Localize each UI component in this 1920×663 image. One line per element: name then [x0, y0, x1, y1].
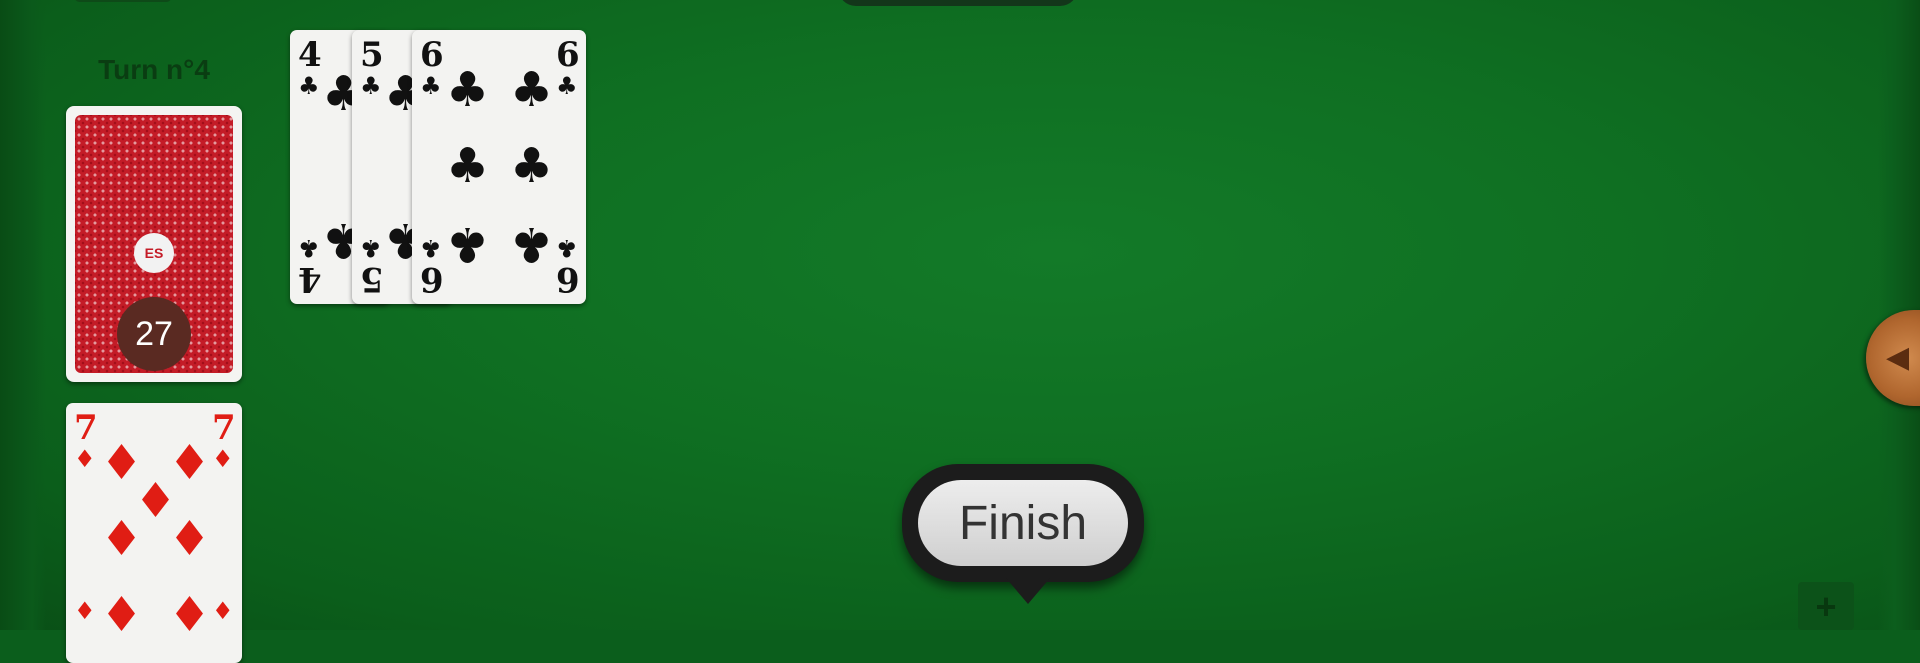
diamonds-icon: ♦ [74, 445, 96, 473]
table-edge-left [0, 0, 46, 630]
finish-button[interactable]: Finish [918, 480, 1128, 566]
diamonds-icon: ♦ [212, 445, 234, 473]
diamonds-icon: ♦ [168, 511, 212, 567]
triangle-left-icon: ◀ [1886, 341, 1910, 374]
diamonds-icon: ♦ [212, 597, 234, 625]
clubs-icon: ♣ [298, 72, 320, 100]
clubs-icon: ♣ [556, 72, 578, 100]
top-left-tab[interactable] [74, 0, 172, 2]
clubs-icon: ♣ [510, 138, 554, 194]
card-6-clubs[interactable]: 6 ♣ 6 ♣ ♣ ♣ ♣ ♣ ♣ ♣ ♣ 6 ♣ 6 [412, 30, 586, 304]
card-rank: 7 [74, 408, 98, 448]
card-rank: 6 [420, 259, 444, 299]
clubs-icon: ♣ [446, 138, 490, 194]
card-rank: 5 [360, 259, 384, 299]
card-rank: 4 [298, 35, 322, 75]
top-center-tab[interactable] [838, 0, 1078, 6]
clubs-icon: ♣ [420, 234, 442, 262]
clubs-icon: ♣ [420, 72, 442, 100]
card-rank: 6 [556, 35, 580, 75]
card-rank: 6 [556, 259, 580, 299]
card-rank: 4 [298, 259, 322, 299]
turn-label: Turn n°4 [98, 54, 210, 85]
clubs-icon: ♣ [360, 234, 382, 262]
clubs-icon: ♣ [446, 216, 490, 272]
clubs-icon: ♣ [510, 216, 554, 272]
clubs-icon: ♣ [360, 72, 382, 100]
diamonds-icon: ♦ [100, 511, 144, 567]
deck-count-badge: 27 [117, 297, 191, 371]
card-back: ES 27 [75, 115, 233, 373]
card-rank: 5 [360, 35, 384, 75]
clubs-icon: ♣ [510, 62, 554, 118]
bottom-right-button[interactable]: + [1798, 582, 1854, 630]
diamonds-icon: ♦ [168, 587, 212, 643]
finish-button-pointer [1006, 578, 1050, 604]
card-rank: 7 [212, 408, 236, 448]
diamonds-icon: ♦ [100, 587, 144, 643]
draw-pile[interactable]: ES 27 [66, 106, 242, 382]
clubs-icon: ♣ [446, 62, 490, 118]
clubs-icon: ♣ [556, 234, 578, 262]
plus-icon: + [1815, 586, 1837, 627]
deck-logo-icon: ES [134, 233, 174, 273]
card-rank: 6 [420, 35, 444, 75]
clubs-icon: ♣ [298, 234, 320, 262]
diamonds-icon: ♦ [74, 597, 96, 625]
card-7-diamonds[interactable]: 7 ♦ 7 ♦ ♦ ♦ ♦ ♦ ♦ ♦ ♦ ♦ ♦ [66, 403, 242, 663]
